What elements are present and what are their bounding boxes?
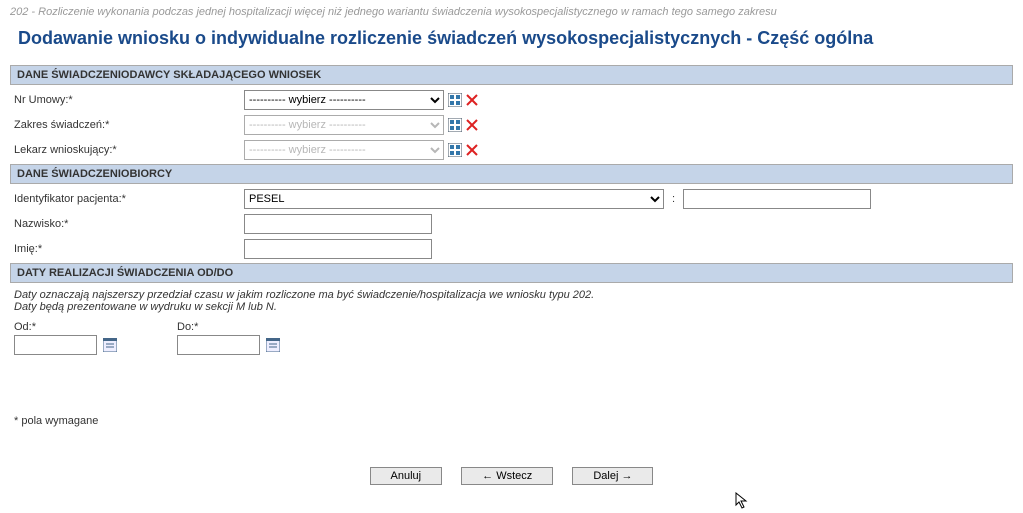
calendar-icon[interactable] [266,338,280,352]
lookup-icon[interactable] [448,93,462,107]
label-imie: Imię:* [10,243,244,255]
required-note: * pola wymagane [10,415,1013,427]
lookup-icon[interactable] [448,143,462,157]
input-ident-value[interactable] [683,189,871,209]
input-nazwisko[interactable] [244,214,432,234]
label-zakres: Zakres świadczeń:* [10,119,244,131]
clear-icon[interactable] [466,144,478,156]
dates-note: Daty oznaczają najszerszy przedział czas… [14,289,1013,313]
select-lekarz: ---------- wybierz ---------- [244,140,444,160]
input-date-od[interactable] [14,335,97,355]
date-do-block: Do:* [177,321,280,355]
section-header-recipient: DANE ŚWIADCZENIOBIORCY [10,164,1013,184]
lookup-icon[interactable] [448,118,462,132]
cancel-button[interactable]: Anuluj [370,467,443,485]
section-header-dates: DATY REALIZACJI ŚWIADCZENIA OD/DO [10,263,1013,283]
row-ident: Identyfikator pacjenta:* PESEL : [10,188,1013,210]
input-imie[interactable] [244,239,432,259]
select-ident-type[interactable]: PESEL [244,189,664,209]
breadcrumb: 202 - Rozliczenie wykonania podczas jedn… [10,6,1013,18]
clear-icon[interactable] [466,94,478,106]
calendar-icon[interactable] [103,338,117,352]
select-umowa[interactable]: ---------- wybierz ---------- [244,90,444,110]
back-button[interactable]: ← Wstecz [461,467,553,485]
label-ident: Identyfikator pacjenta:* [10,193,244,205]
row-nazwisko: Nazwisko:* [10,213,1013,235]
date-od-block: Od:* [14,321,117,355]
select-zakres: ---------- wybierz ---------- [244,115,444,135]
page-title: Dodawanie wniosku o indywidualne rozlicz… [10,28,1013,49]
label-od: Od:* [14,321,117,333]
label-umowa: Nr Umowy:* [10,94,244,106]
clear-icon[interactable] [466,119,478,131]
next-button[interactable]: Dalej → [572,467,653,485]
label-lekarz: Lekarz wnioskujący:* [10,144,244,156]
label-nazwisko: Nazwisko:* [10,218,244,230]
row-imie: Imię:* [10,238,1013,260]
input-date-do[interactable] [177,335,260,355]
row-zakres: Zakres świadczeń:* ---------- wybierz --… [10,114,1013,136]
label-do: Do:* [177,321,280,333]
section-header-provider: DANE ŚWIADCZENIODAWCY SKŁADAJĄCEGO WNIOS… [10,65,1013,85]
colon: : [672,193,675,205]
cursor-icon [735,492,749,513]
row-lekarz: Lekarz wnioskujący:* ---------- wybierz … [10,139,1013,161]
row-umowa: Nr Umowy:* ---------- wybierz ---------- [10,89,1013,111]
